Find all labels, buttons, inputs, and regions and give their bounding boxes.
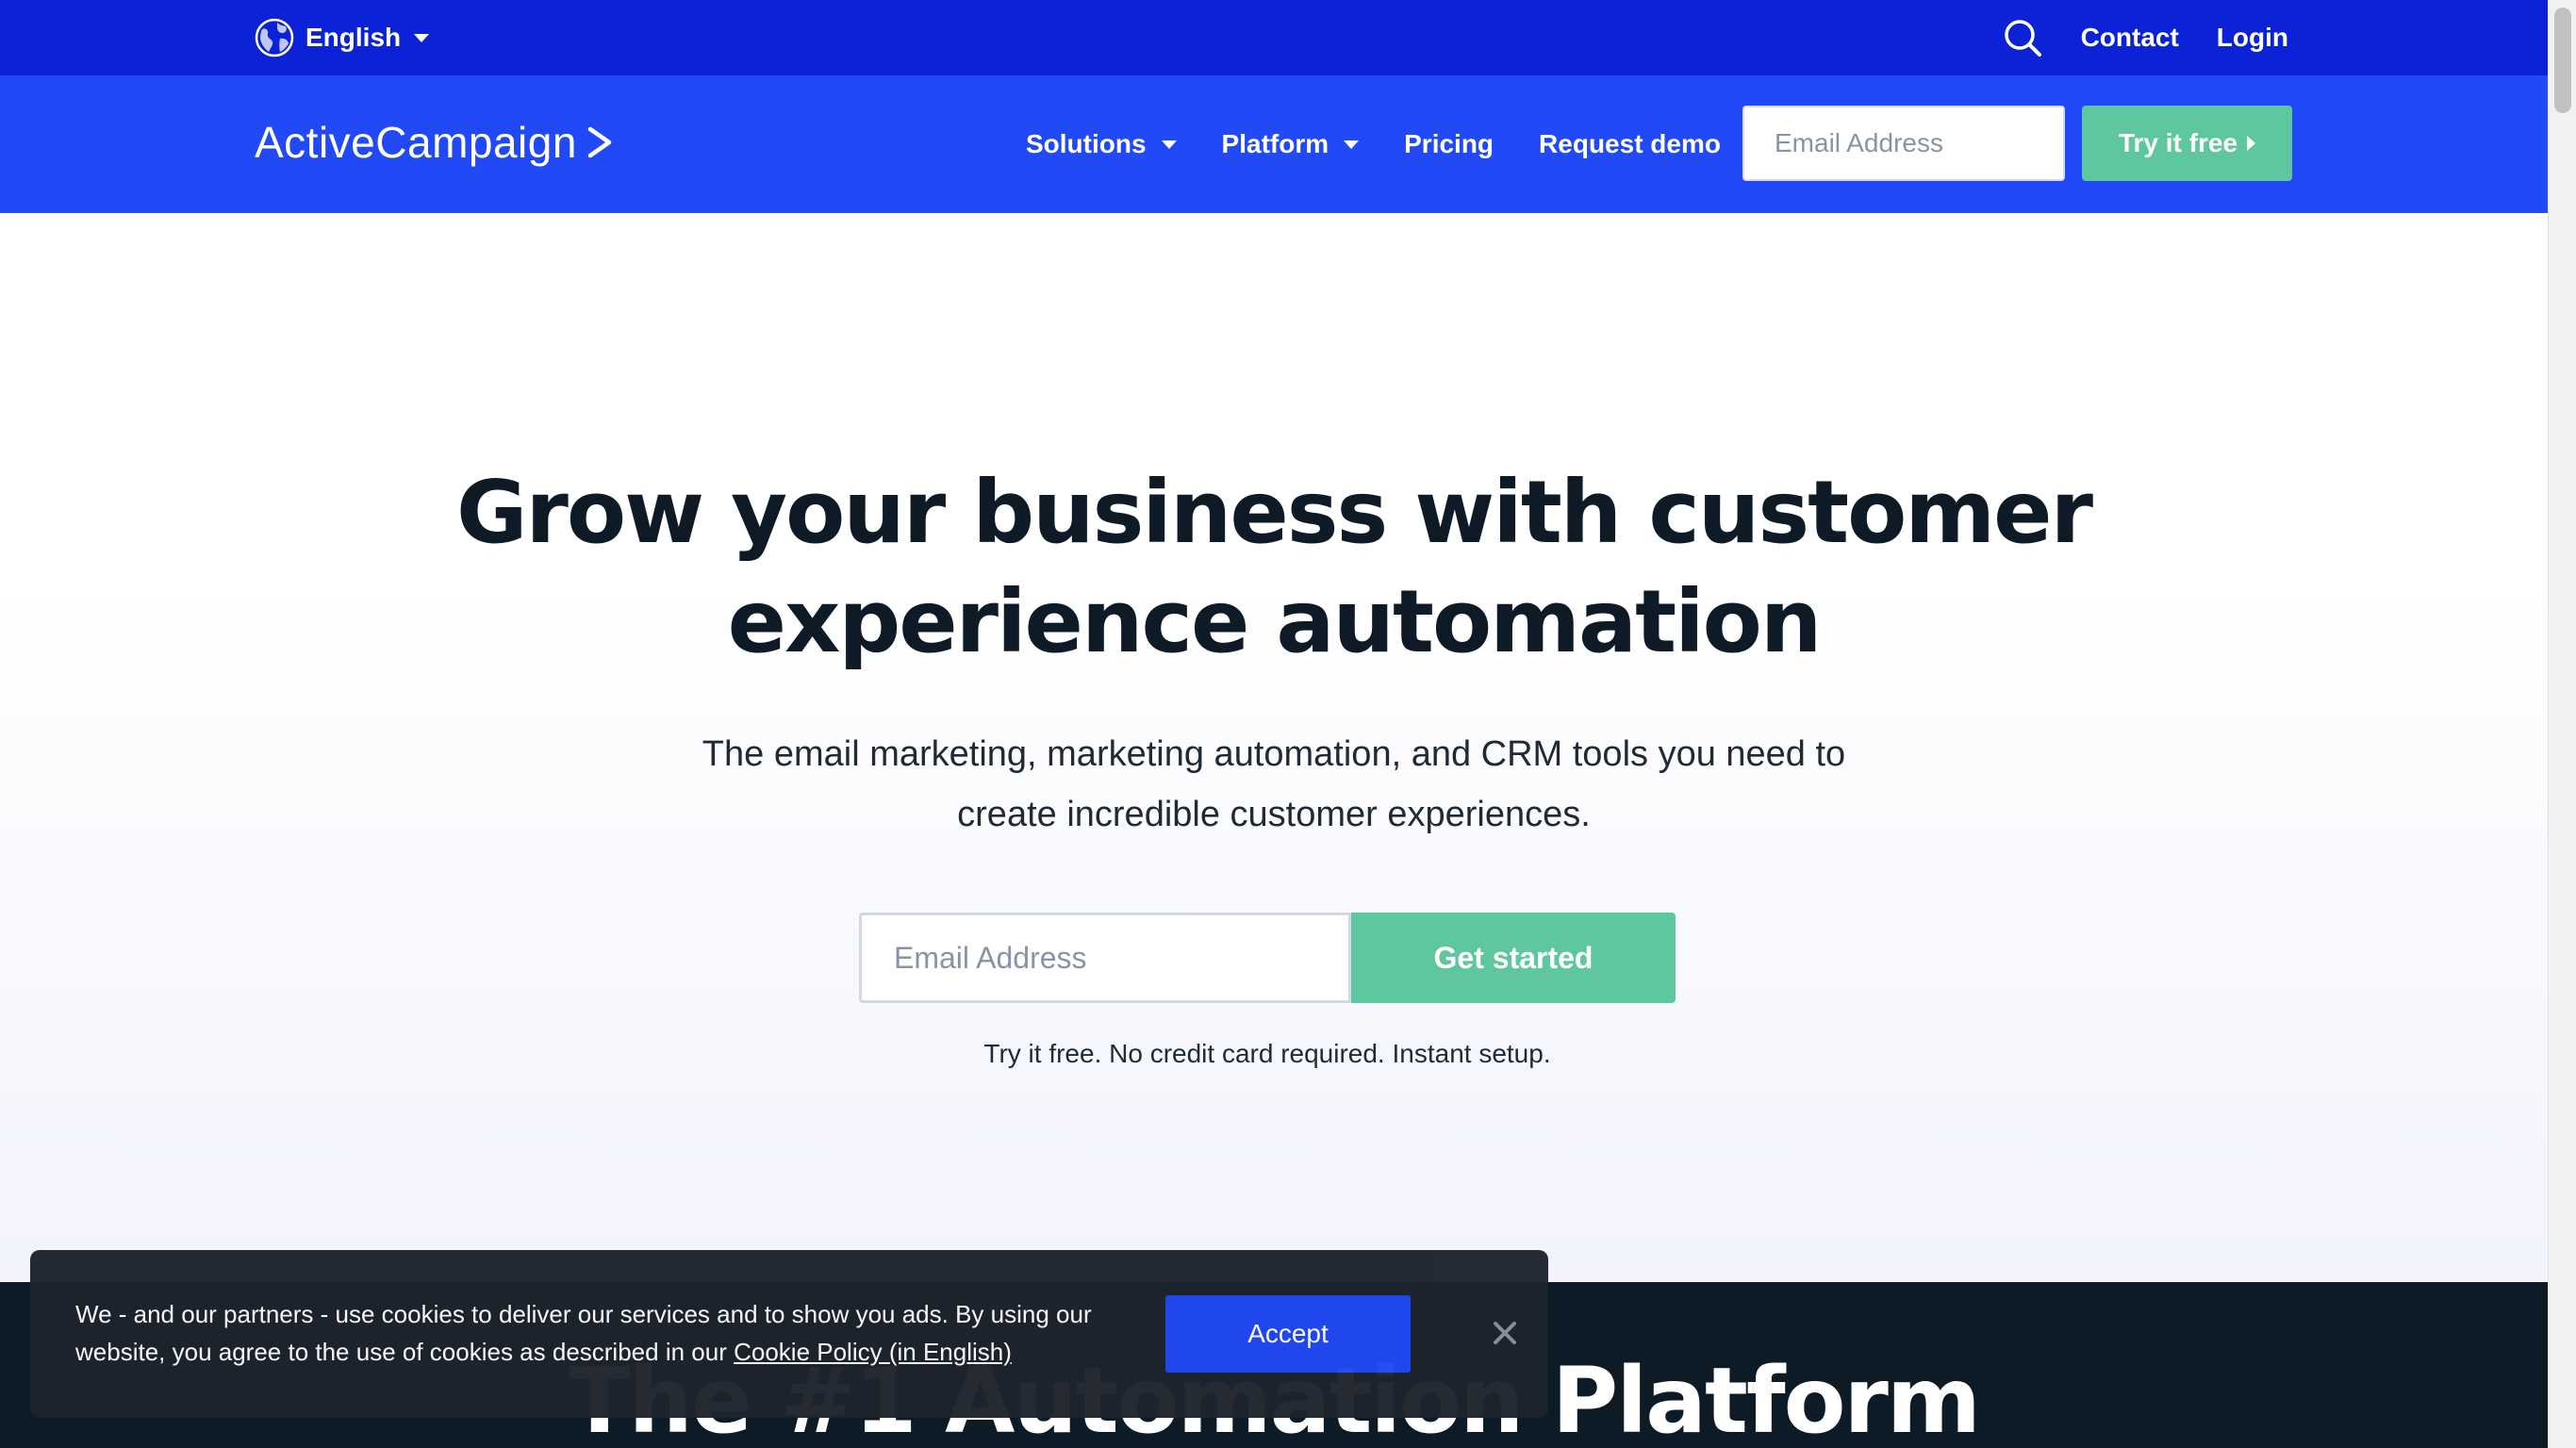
page-scrollbar[interactable] xyxy=(2548,0,2576,1448)
cookie-policy-link[interactable]: Cookie Policy (in English) xyxy=(734,1338,1012,1366)
try-it-free-button[interactable]: Try it free xyxy=(2082,106,2292,181)
scrollbar-thumb[interactable] xyxy=(2554,8,2571,113)
utility-bar: English Contact Login xyxy=(0,0,2548,75)
nav-item-pricing[interactable]: Pricing xyxy=(1404,129,1494,159)
nav-item-request-demo[interactable]: Request demo xyxy=(1539,129,1721,159)
contact-link[interactable]: Contact xyxy=(2081,23,2179,53)
nav-item-label: Platform xyxy=(1221,129,1329,158)
hero-title-line-2: experience automation xyxy=(727,571,1823,672)
hero-title: Grow your business with customer experie… xyxy=(377,458,2171,677)
chevron-down-icon xyxy=(414,33,430,42)
try-it-free-label: Try it free xyxy=(2118,128,2238,157)
chevron-down-icon xyxy=(1161,140,1177,149)
search-icon[interactable] xyxy=(2002,17,2043,58)
cookie-banner: We - and our partners - use cookies to d… xyxy=(30,1250,1548,1418)
hero-subtitle-line-1: The email marketing, marketing automatio… xyxy=(702,734,1846,774)
hero-title-line-1: Grow your business with customer xyxy=(456,462,2093,563)
nav-item-solutions[interactable]: Solutions xyxy=(1026,129,1177,159)
language-label: English xyxy=(305,23,402,52)
hero-subtitle-line-2: create incredible customer experiences. xyxy=(957,795,1591,834)
logo[interactable]: ActiveCampaign xyxy=(255,117,617,168)
nav-item-label: Request demo xyxy=(1539,129,1721,158)
nav-item-label: Solutions xyxy=(1026,129,1147,158)
close-icon xyxy=(1494,1322,1516,1344)
utility-links: Contact Login xyxy=(2002,0,2288,75)
signup-form: Get started xyxy=(859,913,1676,1003)
caret-right-icon xyxy=(2247,136,2256,151)
nav-email-input[interactable] xyxy=(1742,106,2065,181)
hero-subtitle: The email marketing, marketing automatio… xyxy=(603,724,1944,845)
main-nav: ActiveCampaign Solutions Platform Pricin… xyxy=(0,75,2548,213)
globe-icon xyxy=(255,18,294,58)
language-selector[interactable]: English xyxy=(255,17,430,58)
get-started-button[interactable]: Get started xyxy=(1351,913,1676,1003)
nav-links: Solutions Platform Pricing Request demo xyxy=(1026,75,1721,213)
nav-item-platform[interactable]: Platform xyxy=(1222,129,1360,159)
hero-note: Try it free. No credit card required. In… xyxy=(983,1039,1551,1068)
login-link[interactable]: Login xyxy=(2217,23,2288,53)
cookie-text: We - and our partners - use cookies to d… xyxy=(75,1295,1141,1371)
accept-button[interactable]: Accept xyxy=(1165,1295,1411,1373)
nav-item-label: Pricing xyxy=(1404,129,1494,158)
hero-email-input[interactable] xyxy=(859,913,1351,1003)
logo-chevron-icon xyxy=(587,126,612,158)
logo-text: ActiveCampaign xyxy=(255,118,577,167)
page: English Contact Login ActiveCampaign Sol… xyxy=(0,0,2576,1448)
hero-section: Grow your business with customer experie… xyxy=(0,213,2548,1282)
close-cookie-button[interactable] xyxy=(1486,1314,1524,1352)
chevron-down-icon xyxy=(1344,140,1360,149)
